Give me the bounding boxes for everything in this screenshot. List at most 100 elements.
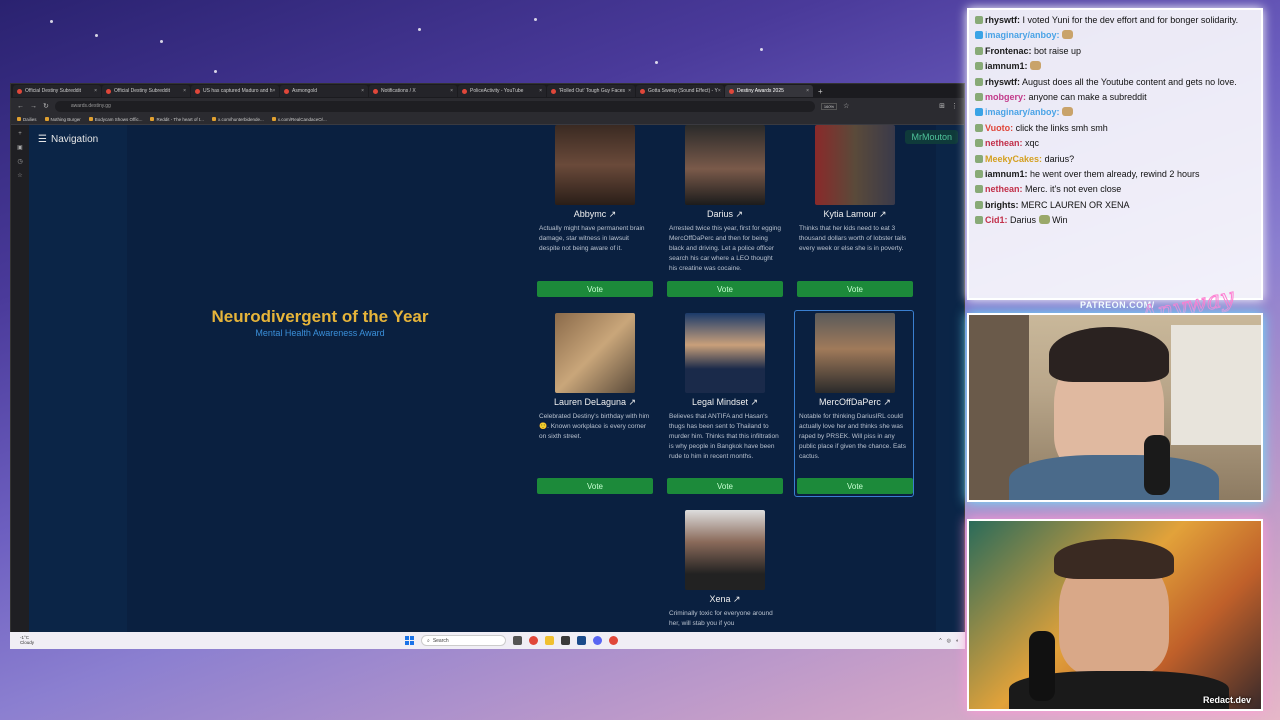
extensions-icon[interactable]: ⊞ [939, 102, 945, 110]
navigation-toggle[interactable]: ☰ Navigation [38, 134, 98, 145]
chat-username[interactable]: Cid1: [985, 215, 1008, 225]
chat-username[interactable]: Frontenac: [985, 46, 1032, 56]
task-view-icon[interactable] [513, 636, 522, 645]
vote-button[interactable]: Vote [537, 281, 653, 297]
nominee-name[interactable]: MercOffDaPerc ↗ [797, 397, 913, 408]
nominee-card[interactable]: Lauren DeLaguna ↗ Celebrated Destiny's b… [537, 313, 653, 442]
chat-username[interactable]: mobgery: [985, 92, 1026, 102]
nominee-card[interactable]: Kytia Lamour ↗ Thinks that her kids need… [797, 125, 913, 254]
bookmark-item[interactable]: Bodycam Shows Offic... [88, 117, 142, 122]
back-icon[interactable]: ← [17, 103, 24, 110]
browser-tab[interactable]: Official Destiny Subreddit × [13, 85, 101, 97]
browser-tab[interactable]: US has captured Maduro and h × [191, 85, 279, 97]
url-input[interactable]: awards.destiny.gg [54, 100, 815, 112]
nominee-description: Celebrated Destiny's birthday with him 🙂… [539, 413, 650, 441]
chat-username[interactable]: iamnum1: [985, 61, 1028, 71]
file-explorer-icon[interactable] [545, 636, 554, 645]
chat-username[interactable]: iamnum1: [985, 169, 1028, 179]
bag-icon[interactable]: ▣ [17, 144, 23, 151]
chat-message: iamnum1: he went over them already, rewi… [975, 168, 1255, 180]
browser-tab[interactable]: Official Destiny Subreddit × [102, 85, 190, 97]
chat-username[interactable]: brights: [985, 200, 1019, 210]
browser-tab[interactable]: Destiny Awards 2025 × [725, 85, 813, 97]
weather-widget[interactable]: -1°C Cloudy [20, 635, 34, 646]
star-icon[interactable]: ☆ [17, 172, 22, 179]
vote-button[interactable]: Vote [667, 478, 783, 494]
vote-button[interactable]: Vote [537, 478, 653, 494]
tray-network-icon[interactable]: ◎ [947, 638, 951, 644]
page-scrollbar[interactable] [956, 125, 964, 635]
tab-label: Official Destiny Subreddit [25, 88, 82, 94]
chat-username[interactable]: rhyswtf: [985, 15, 1020, 25]
bookmark-item[interactable]: Reddit - The heart of t... [150, 117, 204, 122]
browser-tab[interactable]: Asmongold × [280, 85, 368, 97]
nominee-name[interactable]: Kytia Lamour ↗ [797, 209, 913, 220]
chrome-icon[interactable] [609, 636, 618, 645]
tab-label: US has captured Maduro and h [203, 88, 273, 94]
tray-chevron-icon[interactable]: ^ [939, 638, 941, 644]
chat-username[interactable]: Vuoto: [985, 123, 1013, 133]
nominee-name[interactable]: Xena ↗ [667, 594, 783, 605]
chat-username[interactable]: imaginary/anboy: [985, 30, 1060, 40]
chat-username[interactable]: nethean: [985, 138, 1023, 148]
bookmark-item[interactable]: Nothing Burger [44, 117, 81, 122]
chat-message: nethean: Merc. it's not even close [975, 183, 1255, 195]
bookmark-star-icon[interactable]: ☆ [843, 102, 849, 110]
chat-message: iamnum1: [975, 60, 1255, 72]
reload-icon[interactable]: ↻ [43, 102, 49, 110]
taskbar-search[interactable]: ⌕ Search [421, 635, 506, 646]
browser-tab[interactable]: PoliceActivity - YouTube × [458, 85, 546, 97]
tab-label: 'Rolled Out' Tough Guy Faces [559, 88, 626, 94]
chat-text: I voted Yuni for the dev effort and for … [1022, 15, 1239, 25]
nominee-card[interactable]: Abbymc ↗ Actually might have permanent b… [537, 125, 653, 254]
chat-badge-icon [975, 216, 983, 225]
tab-close-icon[interactable]: × [94, 88, 97, 94]
nominee-name[interactable]: Darius ↗ [667, 209, 783, 220]
bookmark-item[interactable]: x.com/RealCandaceO/... [271, 117, 327, 122]
tab-label: Asmongold [292, 88, 318, 94]
chat-message: MeekyCakes: darius? [975, 153, 1255, 165]
steam-icon[interactable] [577, 636, 586, 645]
history-icon[interactable]: ◷ [17, 158, 22, 165]
tab-close-icon[interactable]: × [718, 88, 721, 94]
nominee-name[interactable]: Lauren DeLaguna ↗ [537, 397, 653, 408]
chat-username[interactable]: rhyswtf: [985, 77, 1020, 87]
windows-start-icon[interactable] [405, 636, 414, 645]
browser-tab[interactable]: 'Rolled Out' Tough Guy Faces × [547, 85, 635, 97]
vote-button[interactable]: Vote [797, 478, 913, 494]
browser-tab[interactable]: Gotta Sweep (Sound Effect) - Y × [636, 85, 724, 97]
tab-close-icon[interactable]: × [450, 88, 453, 94]
tray-volume-icon[interactable]: ◐ [956, 638, 959, 644]
browser-tab[interactable]: Notifications / X × [369, 85, 457, 97]
vote-button[interactable]: Vote [667, 281, 783, 297]
discord-icon[interactable] [593, 636, 602, 645]
tab-close-icon[interactable]: × [806, 88, 809, 94]
nominee-name[interactable]: Legal Mindset ↗ [667, 397, 783, 408]
nominee-card[interactable]: Darius ↗ Arrested twice this year, first… [667, 125, 783, 274]
new-tab-button[interactable]: + [814, 87, 827, 96]
tab-close-icon[interactable]: × [183, 88, 186, 94]
add-icon[interactable]: + [18, 131, 22, 137]
app-icon[interactable] [561, 636, 570, 645]
chat-message: mobgery: anyone can make a subreddit [975, 91, 1255, 103]
nominee-card[interactable]: Xena ↗ Criminally toxic for everyone aro… [667, 510, 783, 628]
tab-close-icon[interactable]: × [273, 88, 276, 94]
microphone-icon [1144, 435, 1170, 495]
browser-icon[interactable] [529, 636, 538, 645]
tab-close-icon[interactable]: × [539, 88, 542, 94]
bookmark-item[interactable]: Dailies [17, 117, 37, 122]
menu-icon[interactable]: ⋮ [951, 102, 958, 110]
chat-username[interactable]: imaginary/anboy: [985, 107, 1060, 117]
nominee-card[interactable]: Legal Mindset ↗ Believes that ANTIFA and… [667, 313, 783, 462]
bookmark-item[interactable]: x.com/hunterbidende... [211, 117, 264, 122]
nominee-name[interactable]: Abbymc ↗ [537, 209, 653, 220]
taskbar-apps: ⌕ Search [405, 635, 618, 646]
vote-button[interactable]: Vote [797, 281, 913, 297]
tab-close-icon[interactable]: × [361, 88, 364, 94]
chat-username[interactable]: nethean: [985, 184, 1023, 194]
nominee-card[interactable]: MercOffDaPerc ↗ Notable for thinking Dar… [797, 313, 913, 462]
tab-close-icon[interactable]: × [628, 88, 631, 94]
zoom-indicator[interactable]: 160% [820, 102, 838, 110]
chat-username[interactable]: MeekyCakes: [985, 154, 1042, 164]
forward-icon[interactable]: → [30, 103, 37, 110]
